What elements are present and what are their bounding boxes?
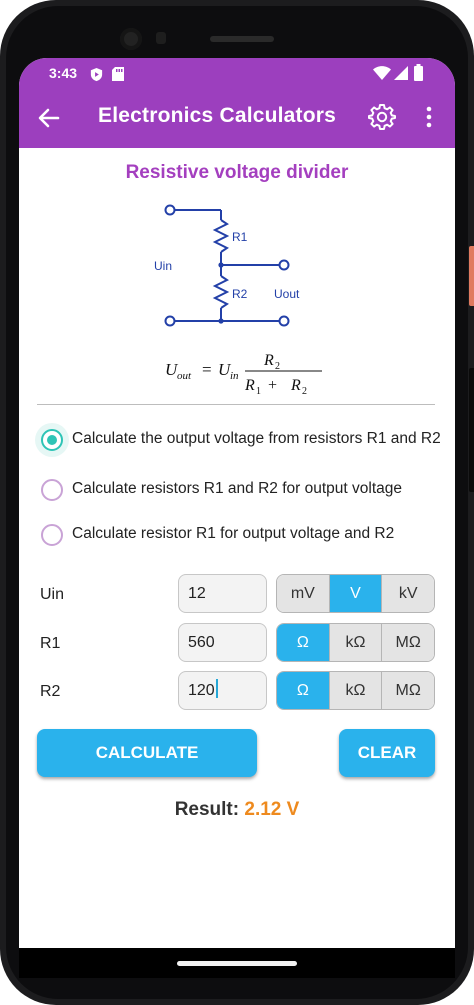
clear-button[interactable]: CLEAR xyxy=(339,729,435,777)
uin-input[interactable]: 12 xyxy=(178,574,267,613)
uin-unit-selector: mV V kV xyxy=(276,574,435,613)
calculate-button[interactable]: CALCULATE xyxy=(37,729,257,777)
uout-label: Uout xyxy=(274,287,300,301)
voltage-divider-circuit: R1 R2 Uin Uout xyxy=(154,204,300,327)
radio-selected-icon[interactable] xyxy=(41,429,63,451)
divider xyxy=(37,404,435,405)
result-value: 2.12 V xyxy=(244,799,300,820)
gear-icon[interactable] xyxy=(367,102,397,132)
earpiece-speaker xyxy=(210,36,274,42)
radio-unselected-icon[interactable] xyxy=(41,524,63,546)
unit-mohm-button[interactable]: MΩ xyxy=(382,672,434,709)
formula-denominator-r1-sub: 1 xyxy=(256,386,261,397)
volume-button xyxy=(469,368,474,492)
r2-input[interactable]: 120 xyxy=(178,671,267,710)
unit-ohm-button[interactable]: Ω xyxy=(277,672,330,709)
device-frame: 3:43 Electronics Calculators Resistive v… xyxy=(0,0,474,1005)
formula-denominator-r2-sub: 2 xyxy=(302,386,307,397)
r1-label: R1 xyxy=(40,635,61,652)
mode-option-r1[interactable]: Calculate resistor R1 for output voltage… xyxy=(41,524,441,546)
mode-label: Calculate resistors R1 and R2 for output… xyxy=(72,480,402,497)
r2-value: 120 xyxy=(188,682,215,699)
formula-denominator-r2: R xyxy=(290,377,301,394)
formula-lhs-sub: out xyxy=(177,370,192,382)
text-caret xyxy=(215,679,218,698)
more-vert-icon[interactable] xyxy=(419,102,439,132)
formula-plus: + xyxy=(268,377,277,394)
proximity-sensor xyxy=(156,32,166,44)
mode-option-resistors[interactable]: Calculate resistors R1 and R2 for output… xyxy=(41,479,441,501)
r2-unit-selector: Ω kΩ MΩ xyxy=(276,671,435,710)
home-gesture-handle[interactable] xyxy=(177,961,297,966)
result: Result: 2.12 V xyxy=(19,799,455,821)
uin-label: Uin xyxy=(40,586,65,603)
formula-equals: = xyxy=(202,360,212,379)
power-button xyxy=(469,246,474,306)
battery-icon xyxy=(414,64,423,81)
app-title: Electronics Calculators xyxy=(98,104,337,127)
screen: 3:43 Electronics Calculators Resistive v… xyxy=(19,58,455,948)
r2-label: R2 xyxy=(232,287,248,301)
play-protect-icon xyxy=(90,67,103,82)
unit-kv-button[interactable]: kV xyxy=(382,575,434,612)
formula-denominator-r1: R xyxy=(244,377,255,394)
radio-unselected-icon[interactable] xyxy=(41,479,63,501)
unit-mv-button[interactable]: mV xyxy=(277,575,330,612)
formula-numerator: R xyxy=(263,352,274,369)
formula-numerator-sub: 2 xyxy=(275,361,280,372)
section-title: Resistive voltage divider xyxy=(125,162,349,183)
formula-rhs-sub: in xyxy=(230,370,239,382)
r1-label: R1 xyxy=(232,230,248,244)
app-bar: Electronics Calculators xyxy=(19,88,455,148)
front-camera xyxy=(120,28,142,50)
r2-label: R2 xyxy=(40,683,61,700)
uin-label: Uin xyxy=(154,259,172,273)
r1-input[interactable]: 560 xyxy=(178,623,267,662)
unit-kohm-button[interactable]: kΩ xyxy=(329,624,383,661)
unit-ohm-button[interactable]: Ω xyxy=(277,624,330,661)
r1-unit-selector: Ω kΩ MΩ xyxy=(276,623,435,662)
divider-formula: U out = U in R 2 R 1 + R 2 xyxy=(165,352,322,397)
unit-v-button[interactable]: V xyxy=(329,575,383,612)
mode-label: Calculate the output voltage from resist… xyxy=(72,430,441,447)
arrow-left-icon[interactable] xyxy=(35,104,63,132)
unit-mohm-button[interactable]: MΩ xyxy=(382,624,434,661)
status-bar: 3:43 xyxy=(19,58,455,88)
wifi-icon xyxy=(373,66,391,80)
signal-icon xyxy=(394,66,408,80)
status-time: 3:43 xyxy=(49,65,78,81)
result-label: Result: xyxy=(174,799,240,820)
unit-kohm-button[interactable]: kΩ xyxy=(329,672,383,709)
mode-option-output-voltage[interactable]: Calculate the output voltage from resist… xyxy=(41,429,441,451)
sd-card-icon xyxy=(112,67,124,81)
mode-label: Calculate resistor R1 for output voltage… xyxy=(72,525,395,542)
